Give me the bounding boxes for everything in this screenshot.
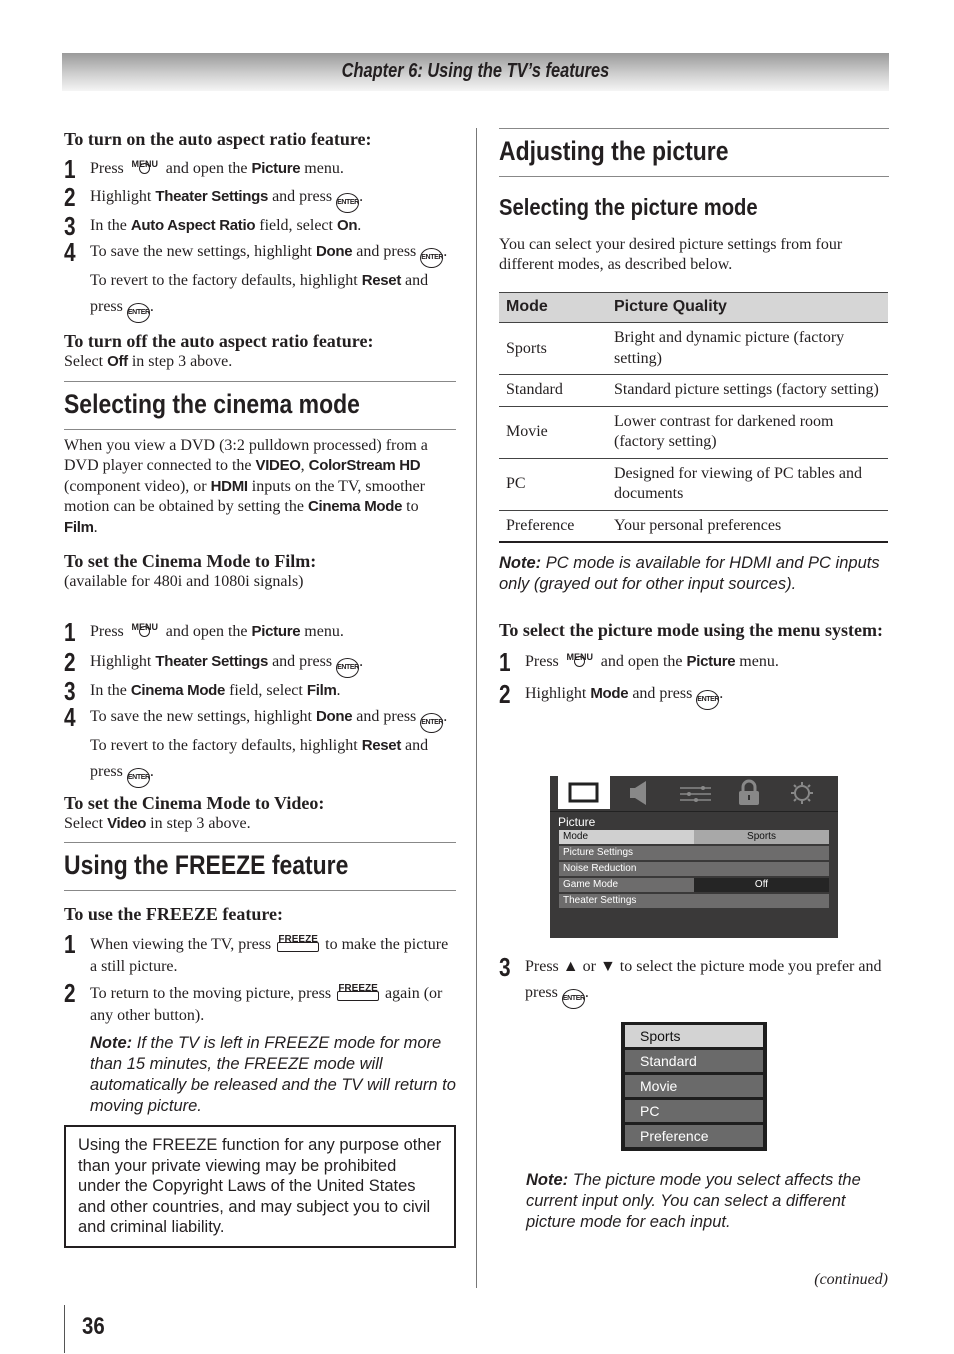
video-heading: To set the Cinema Mode to Video: xyxy=(64,792,325,813)
menu-row-mode[interactable]: Mode Sports xyxy=(559,830,829,844)
audio-tab-icon xyxy=(618,776,673,809)
menu-row-game-mode[interactable]: Game Mode Off xyxy=(559,878,829,892)
intro-paragraph: You can select your desired picture sett… xyxy=(499,235,843,274)
enter-button-icon: ENTER xyxy=(336,193,359,213)
menu-button-icon: MENU xyxy=(563,649,597,669)
auto-on-heading: To turn on the auto aspect ratio feature… xyxy=(64,129,372,149)
freeze-section-heading: Using the FREEZE feature xyxy=(64,842,456,892)
copyright-warning-box: Using the FREEZE function for any purpos… xyxy=(64,1125,456,1248)
mode-option-standard[interactable]: Standard xyxy=(625,1050,763,1072)
mode-option-movie[interactable]: Movie xyxy=(625,1075,763,1097)
mode-option-sports[interactable]: Sports xyxy=(625,1025,763,1047)
enter-button-icon: ENTER xyxy=(420,712,443,733)
cinema-title: Selecting the cinema mode xyxy=(64,388,360,419)
enter-button-icon: ENTER xyxy=(420,248,443,268)
table-row: Standard Standard picture settings (facto… xyxy=(499,374,888,407)
step-item: 3 In the Cinema Mode field, select Film. xyxy=(64,675,341,706)
adjusting-section-heading: Adjusting the picture xyxy=(499,128,889,178)
table-row: PC Designed for viewing of PC tables and … xyxy=(499,458,888,511)
table-row: Sports Bright and dynamic picture (factor… xyxy=(499,322,888,376)
enter-button-icon: ENTER xyxy=(561,989,585,1009)
picture-mode-note: Note: The picture mode you select affect… xyxy=(526,1171,861,1231)
step-item: 1 Press MENU and open the Picture menu. xyxy=(64,154,344,184)
chapter-header: Chapter 6: Using the TV’s features xyxy=(62,53,889,91)
right-column: Adjusting the picture Selecting the pict… xyxy=(499,128,889,1231)
column-header: Picture Quality xyxy=(607,291,888,324)
film-heading: To set the Cinema Mode to Film: xyxy=(64,551,317,572)
video-text: Select Video in step 3 above. xyxy=(64,814,251,832)
menu-row-picture-settings[interactable]: Picture Settings xyxy=(559,846,829,860)
pc-mode-note: Note: PC mode is available for HDMI and … xyxy=(499,554,880,594)
cinema-section-heading: Selecting the cinema mode xyxy=(64,380,456,430)
step-item: 2 To return to the moving picture, press … xyxy=(64,978,443,1025)
film-subheading: (available for 480i and 1080i signals) xyxy=(64,573,304,591)
step-item: 2 Highlight Theater Settings and press EN… xyxy=(64,646,364,678)
menu-system-heading: To select the picture mode using the men… xyxy=(499,620,883,641)
cinema-paragraph: When you view a DVD (3:2 pulldown proces… xyxy=(64,436,428,536)
step-item: 3 In the Auto Aspect Ratio field, select … xyxy=(64,211,362,241)
picture-mode-list: Sports Standard Movie PC Preference xyxy=(621,1022,767,1151)
left-column: To turn on the auto aspect ratio feature… xyxy=(64,128,456,1248)
table-row: Preference Your personal preferences xyxy=(499,510,888,544)
step-item: 3 Press ▲ or ▼ to select the picture mode… xyxy=(499,954,889,1009)
column-header: Mode xyxy=(499,291,607,324)
preferences-tab-icon xyxy=(676,776,731,809)
freeze-title: Using the FREEZE feature xyxy=(64,850,349,881)
freeze-note: Note: If the TV is left in FREEZE mode f… xyxy=(90,1034,456,1116)
chapter-title: Chapter 6: Using the TV’s features xyxy=(341,60,610,82)
mode-option-preference[interactable]: Preference xyxy=(625,1125,763,1147)
tv-picture-menu: Picture Mode Sports Picture Settings Nois… xyxy=(550,776,838,938)
picture-tab-icon xyxy=(558,776,610,809)
step-item: 4 To save the new settings, highlight Don… xyxy=(64,239,456,323)
enter-button-icon: ENTER xyxy=(696,690,719,711)
mode-option-pc[interactable]: PC xyxy=(625,1100,763,1122)
enter-button-icon: ENTER xyxy=(126,767,150,788)
freeze-button-icon: FREEZE xyxy=(275,931,321,955)
auto-off-heading: To turn off the auto aspect ratio featur… xyxy=(64,331,374,351)
auto-off-text: Select Off in step 3 above. xyxy=(64,353,233,370)
step-item: 2 Highlight Mode and press ENTER. xyxy=(499,679,724,711)
table-row: Movie Lower contrast for darkened room (f… xyxy=(499,406,888,459)
menu-row-theater-settings[interactable]: Theater Settings xyxy=(559,894,829,908)
step-item: 1 Press MENU and open the Picture menu. xyxy=(64,616,344,647)
freeze-heading: To use the FREEZE feature: xyxy=(64,904,284,925)
footer-divider xyxy=(64,1305,65,1353)
menu-row-noise-reduction[interactable]: Noise Reduction xyxy=(559,862,829,876)
down-arrow-icon: ▼ xyxy=(599,958,616,975)
picture-mode-table: Mode Picture Quality Sports Bright and dy… xyxy=(499,291,888,544)
freeze-button-icon: FREEZE xyxy=(335,980,381,1004)
continued-label: (continued) xyxy=(814,1271,888,1288)
table-header-row: Mode Picture Quality xyxy=(499,291,888,324)
adjusting-title: Adjusting the picture xyxy=(499,136,729,166)
step-item: 1 Press MENU and open the Picture menu. xyxy=(499,647,779,678)
step-item: 1 When viewing the TV, press FREEZE to ma… xyxy=(64,929,449,976)
page-number: 36 xyxy=(82,1313,105,1340)
menu-title: Picture xyxy=(558,815,596,829)
menu-button-icon: MENU xyxy=(128,619,162,639)
step-item: 4 To save the new settings, highlight Don… xyxy=(64,704,456,788)
enter-button-icon: ENTER xyxy=(126,303,150,323)
picture-mode-subtitle: Selecting the picture mode xyxy=(499,194,758,221)
menu-button-icon: MENU xyxy=(128,156,162,176)
setup-tab-icon xyxy=(788,776,843,809)
menu-tabs xyxy=(550,776,838,812)
column-divider xyxy=(476,128,477,1288)
up-arrow-icon: ▲ xyxy=(562,958,579,975)
step-item: 2 Highlight Theater Settings and press EN… xyxy=(64,182,364,213)
lock-tab-icon xyxy=(733,776,788,809)
enter-button-icon: ENTER xyxy=(336,657,359,678)
